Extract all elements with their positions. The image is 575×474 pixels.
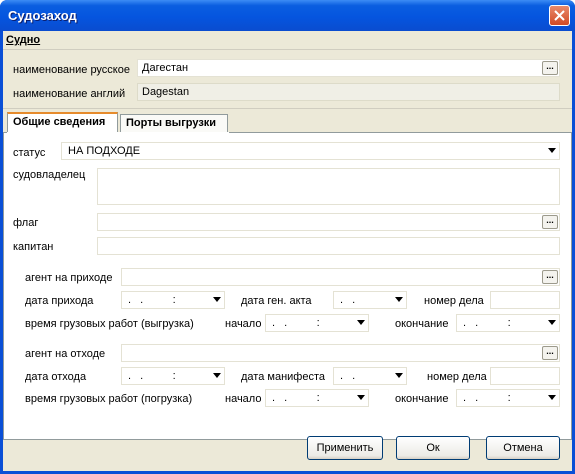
dialog-body: Судно наименование русское Дагестан ... … — [3, 31, 572, 471]
unloading-start-label: начало — [225, 318, 262, 330]
loading-end-picker[interactable]: . . : — [456, 389, 560, 407]
owner-field[interactable] — [97, 168, 560, 205]
captain-label: капитан — [13, 241, 54, 253]
close-icon — [554, 10, 565, 21]
tab-border — [3, 132, 7, 133]
tab-general-label: Общие сведения — [13, 116, 106, 128]
unloading-end-label: окончание — [395, 318, 449, 330]
chevron-down-icon — [548, 320, 556, 325]
unloading-end-picker[interactable]: . . : — [456, 314, 560, 332]
chevron-down-icon — [548, 148, 556, 153]
arrival-agent-label: агент на приходе — [25, 272, 113, 284]
name-en-field[interactable]: Dagestan — [137, 83, 560, 101]
departure-case-label: номер дела — [427, 371, 487, 383]
flag-field[interactable]: ... — [97, 213, 560, 231]
tab-unloading-ports[interactable]: Порты выгрузки — [120, 114, 228, 133]
loading-end-label: окончание — [395, 393, 449, 405]
name-ru-label: наименование русское — [13, 64, 130, 76]
flag-browse-button[interactable]: ... — [542, 215, 558, 229]
arrival-date-label: дата прихода — [25, 295, 94, 307]
tab-border — [229, 132, 572, 133]
divider — [3, 49, 572, 50]
arrival-agent-browse-button[interactable]: ... — [542, 270, 558, 284]
chevron-down-icon — [357, 320, 365, 325]
act-date-label: дата ген. акта — [241, 295, 312, 307]
departure-date-picker[interactable]: . . : — [121, 367, 225, 385]
manifest-date-label: дата манифеста — [241, 371, 325, 383]
chevron-down-icon — [357, 395, 365, 400]
title-bar[interactable]: Судозаход — [0, 0, 575, 31]
name-en-label: наименование англий — [13, 88, 126, 100]
unloading-start-picker[interactable]: . . : — [265, 314, 369, 332]
arrival-agent-field[interactable]: ... — [121, 268, 560, 286]
close-button[interactable] — [549, 5, 570, 26]
arrival-date-value: . . : — [128, 294, 177, 306]
name-ru-field[interactable]: Дагестан ... — [137, 59, 560, 77]
manifest-date-value: . . — [340, 370, 357, 382]
loading-time-label: время грузовых работ (погрузка) — [25, 393, 193, 405]
divider — [3, 108, 572, 109]
unloading-start-value: . . : — [272, 317, 321, 329]
loading-start-label: начало — [225, 393, 262, 405]
tab-general[interactable]: Общие сведения — [7, 112, 118, 133]
loading-start-value: . . : — [272, 392, 321, 404]
unloading-end-value: . . : — [463, 317, 512, 329]
arrival-case-field[interactable] — [490, 291, 560, 309]
departure-agent-label: агент на отходе — [25, 348, 106, 360]
name-ru-browse-button[interactable]: ... — [542, 61, 558, 75]
status-value: НА ПОДХОДЕ — [68, 145, 141, 157]
act-date-value: . . — [340, 294, 357, 306]
name-en-value: Dagestan — [142, 86, 190, 98]
chevron-down-icon — [213, 373, 221, 378]
arrival-date-picker[interactable]: . . : — [121, 291, 225, 309]
departure-date-value: . . : — [128, 370, 177, 382]
chevron-down-icon — [395, 373, 403, 378]
loading-end-value: . . : — [463, 392, 512, 404]
act-date-picker[interactable]: . . — [333, 291, 407, 309]
departure-case-field[interactable] — [490, 367, 560, 385]
status-label: статус — [13, 147, 46, 159]
chevron-down-icon — [395, 297, 403, 302]
departure-agent-field[interactable]: ... — [121, 344, 560, 362]
departure-agent-browse-button[interactable]: ... — [542, 346, 558, 360]
status-select[interactable]: НА ПОДХОДЕ — [61, 142, 560, 160]
chevron-down-icon — [548, 395, 556, 400]
unloading-time-label: время грузовых работ (выгрузка) — [25, 318, 194, 330]
dialog-window: Судозаход Судно наименование русское Даг… — [0, 0, 575, 474]
apply-button[interactable]: Применить — [307, 436, 383, 460]
name-ru-value: Дагестан — [142, 62, 189, 74]
vessel-section-label: Судно — [6, 34, 41, 46]
tab-unloading-ports-label: Порты выгрузки — [126, 117, 217, 129]
flag-label: флаг — [13, 217, 39, 229]
arrival-case-label: номер дела — [424, 295, 484, 307]
loading-start-picker[interactable]: . . : — [265, 389, 369, 407]
owner-label: судовладелец — [13, 169, 86, 181]
manifest-date-picker[interactable]: . . — [333, 367, 407, 385]
departure-date-label: дата отхода — [25, 371, 87, 383]
cancel-button[interactable]: Отмена — [486, 436, 560, 460]
ok-button[interactable]: Ок — [396, 436, 470, 460]
window-title: Судозаход — [8, 8, 77, 23]
captain-field[interactable] — [97, 237, 560, 255]
chevron-down-icon — [213, 297, 221, 302]
